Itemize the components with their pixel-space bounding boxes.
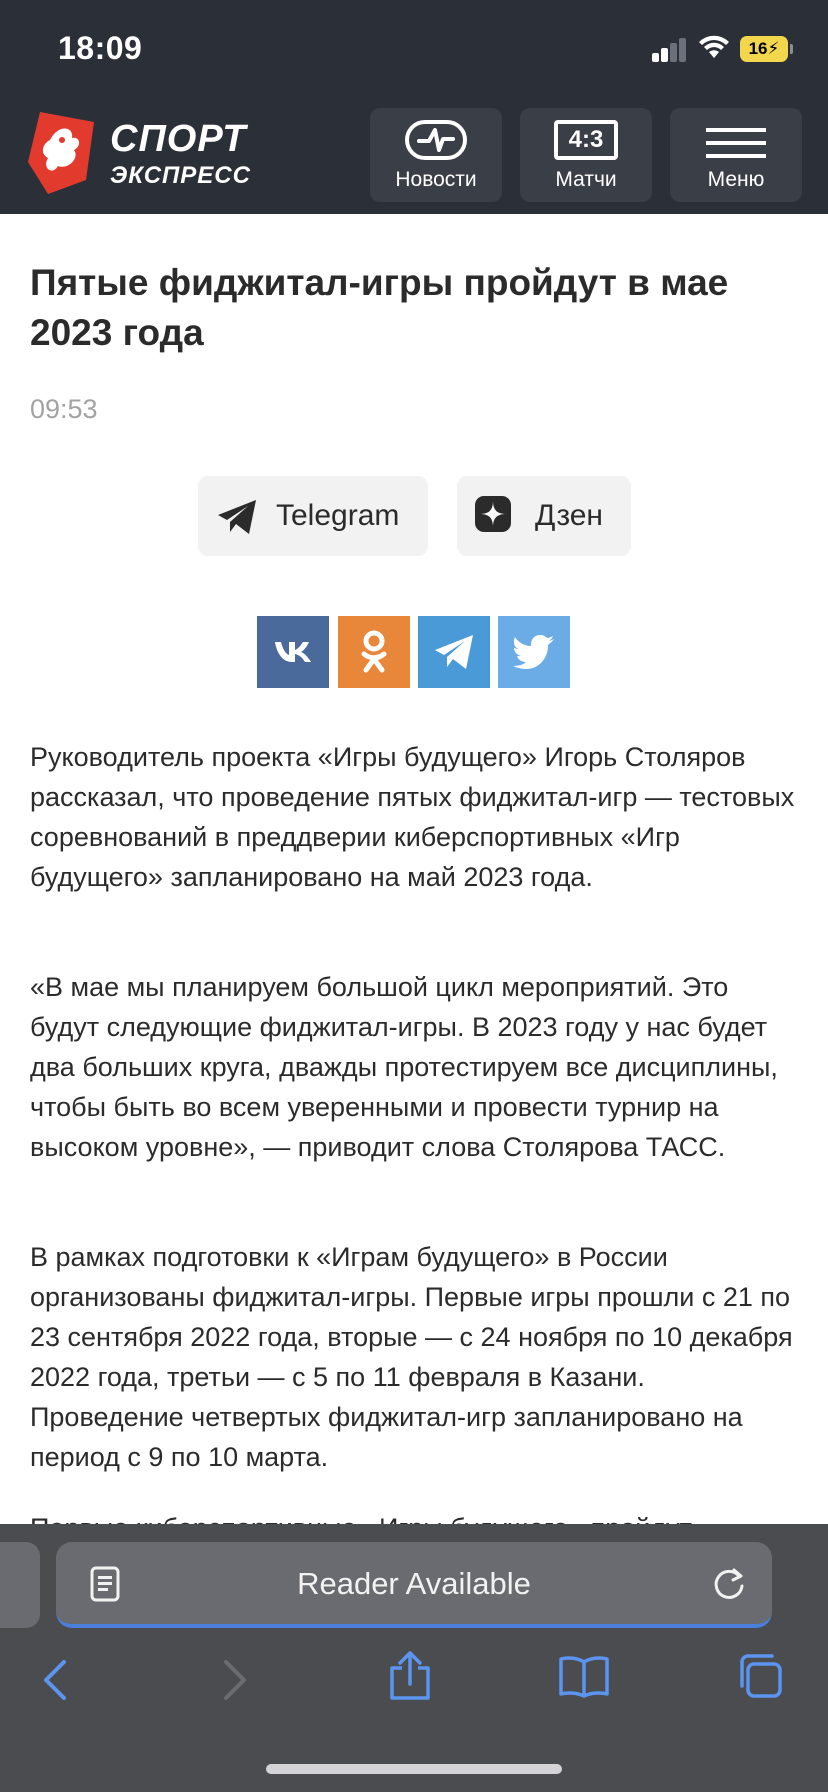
share-telegram-button[interactable] <box>418 616 490 688</box>
browser-toolbar: Reader Available <box>0 1524 828 1792</box>
back-icon[interactable] <box>42 1658 68 1707</box>
article-paragraph: «В мае мы планируем большой цикл меропри… <box>30 972 778 1162</box>
scoreboard-icon: 4:3 <box>554 120 618 160</box>
address-bar[interactable]: Reader Available <box>56 1542 772 1628</box>
tabs-icon[interactable] <box>736 1652 784 1705</box>
forward-icon[interactable] <box>222 1658 248 1707</box>
twitter-icon <box>513 635 554 669</box>
share-vk-button[interactable] <box>257 616 329 688</box>
previous-tab-preview[interactable] <box>0 1542 40 1628</box>
article-time: 09:53 <box>30 394 98 424</box>
share-icon[interactable] <box>388 1650 432 1707</box>
scoreboard-score: 4:3 <box>568 126 604 153</box>
nav-matches-label: Матчи <box>555 168 617 191</box>
subscribe-dzen-button[interactable]: Дзен <box>457 476 631 556</box>
cellular-signal-icon <box>652 38 688 62</box>
share-twitter-button[interactable] <box>498 616 570 688</box>
telegram-icon <box>216 498 258 544</box>
status-time: 18:09 <box>58 30 143 66</box>
site-logo[interactable]: СПОРТ ЭКСПРЕСС <box>28 110 258 196</box>
article-title: Пятые фиджитал-игры пройдут в мае 2023 г… <box>30 262 729 353</box>
reload-icon[interactable] <box>712 1566 746 1607</box>
hamburger-menu-icon <box>706 126 766 165</box>
subscribe-telegram-label: Telegram <box>276 499 400 532</box>
wifi-icon <box>698 34 730 65</box>
subscribe-telegram-button[interactable]: Telegram <box>198 476 428 556</box>
home-indicator[interactable] <box>266 1764 562 1774</box>
nav-menu-button[interactable]: Меню <box>670 108 802 202</box>
nav-news-label: Новости <box>395 168 477 191</box>
nav-menu-label: Меню <box>707 168 765 191</box>
odnoklassniki-icon <box>361 630 387 673</box>
header: 18:09 16⚡ СПОРТ ЭКСПРЕСС Новости 4:3 Мат… <box>0 0 828 214</box>
article-paragraph: Руководитель проекта «Игры будущего» Иго… <box>30 742 795 892</box>
logo-text-sport: СПОРТ <box>110 118 247 160</box>
article-paragraph: Первые киберспортивные «Игры будущего» п… <box>30 1508 800 1524</box>
battery-indicator: 16⚡ <box>740 36 793 62</box>
telegram-icon <box>435 635 473 669</box>
nav-matches-button[interactable]: 4:3 Матчи <box>520 108 652 202</box>
bookmarks-icon[interactable] <box>558 1654 610 1703</box>
site-navbar: СПОРТ ЭКСПРЕСС Новости 4:3 Матчи Меню <box>0 100 828 214</box>
vk-icon <box>275 642 311 662</box>
news-pulse-icon <box>405 120 467 165</box>
logo-text-express: ЭКСПРЕСС <box>110 162 251 189</box>
address-bar-text: Reader Available <box>297 1566 531 1601</box>
nav-news-button[interactable]: Новости <box>370 108 502 202</box>
status-bar: 18:09 16⚡ <box>0 0 828 100</box>
dzen-icon <box>475 496 511 540</box>
subscribe-dzen-label: Дзен <box>535 499 603 532</box>
share-ok-button[interactable] <box>338 616 410 688</box>
rooster-logo-icon <box>28 112 94 194</box>
article-paragraph: В рамках подготовки к «Играм будущего» в… <box>30 1242 793 1472</box>
